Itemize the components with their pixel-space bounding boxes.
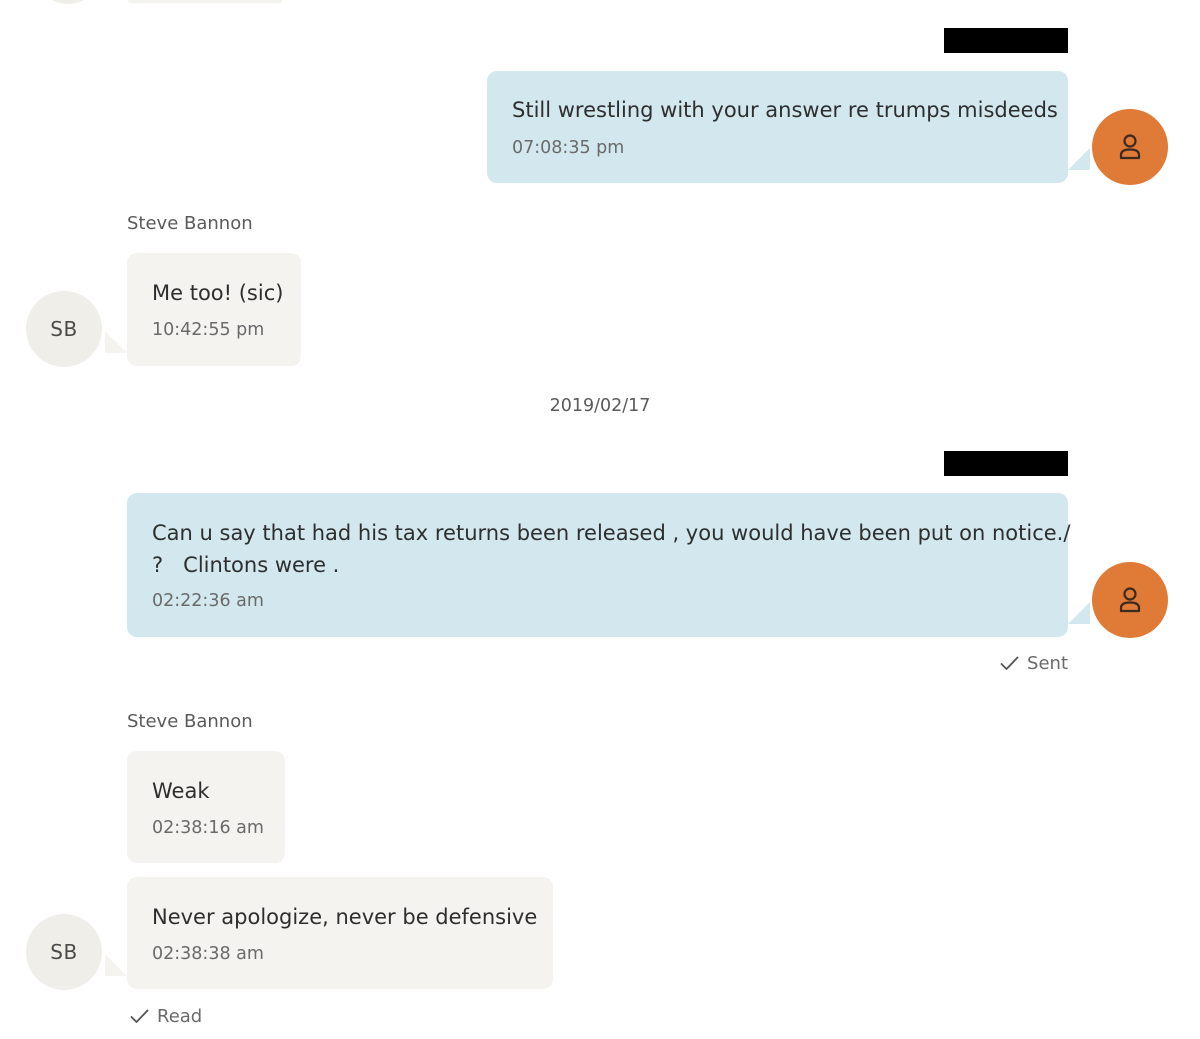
message-status: Read: [130, 1006, 202, 1027]
sender-name: Steve Bannon: [127, 711, 253, 732]
bubble-tail: [105, 954, 127, 976]
message-timestamp: 02:22:36 am: [152, 591, 264, 611]
message-text: Me too! (sic): [152, 281, 284, 305]
sender-name: Steve Bannon: [127, 213, 253, 234]
message-text: Weak: [152, 779, 210, 803]
status-label: Read: [157, 1006, 203, 1027]
message-bubble-incoming[interactable]: Me too! (sic) 10:42:55 pm: [127, 253, 301, 366]
message-bubble-incoming[interactable]: Weak 02:38:16 am: [127, 751, 285, 863]
my-avatar[interactable]: [1092, 109, 1168, 185]
status-label: Sent: [1027, 653, 1068, 674]
checkmark-icon: [1000, 656, 1019, 670]
redacted-sender-name: [944, 451, 1068, 476]
message-text-line-2: ? Clintons were .: [152, 553, 340, 577]
text-remnant: [128, 0, 282, 3]
message-text: Still wrestling with your answer re trum…: [512, 98, 1058, 122]
bubble-tail: [105, 331, 127, 353]
message-timestamp: 02:38:16 am: [152, 818, 264, 838]
avatar-remnant: [32, 0, 104, 4]
message-bubble-outgoing[interactable]: Still wrestling with your answer re trum…: [487, 71, 1068, 183]
message-status: Sent: [1000, 653, 1068, 674]
message-timestamp: 02:38:38 am: [152, 944, 264, 964]
contact-avatar[interactable]: SB: [26, 291, 102, 367]
message-bubble-incoming[interactable]: Never apologize, never be defensive 02:3…: [127, 877, 553, 989]
bubble-tail: [1068, 602, 1090, 624]
message-bubble-outgoing[interactable]: Can u say that had his tax returns been …: [127, 493, 1071, 637]
user-icon: [1119, 134, 1141, 160]
my-avatar[interactable]: [1092, 562, 1168, 638]
message-text: Never apologize, never be defensive: [152, 905, 538, 929]
user-icon: [1119, 587, 1141, 613]
message-timestamp: 10:42:55 pm: [152, 320, 265, 340]
checkmark-icon: [130, 1009, 149, 1023]
contact-avatar[interactable]: SB: [26, 914, 102, 990]
date-separator: 2019/02/17: [549, 396, 651, 416]
redacted-sender-name: [944, 28, 1068, 53]
message-text-line-1: Can u say that had his tax returns been …: [152, 521, 1071, 545]
message-timestamp: 07:08:35 pm: [512, 138, 625, 158]
bubble-tail: [1068, 148, 1090, 170]
